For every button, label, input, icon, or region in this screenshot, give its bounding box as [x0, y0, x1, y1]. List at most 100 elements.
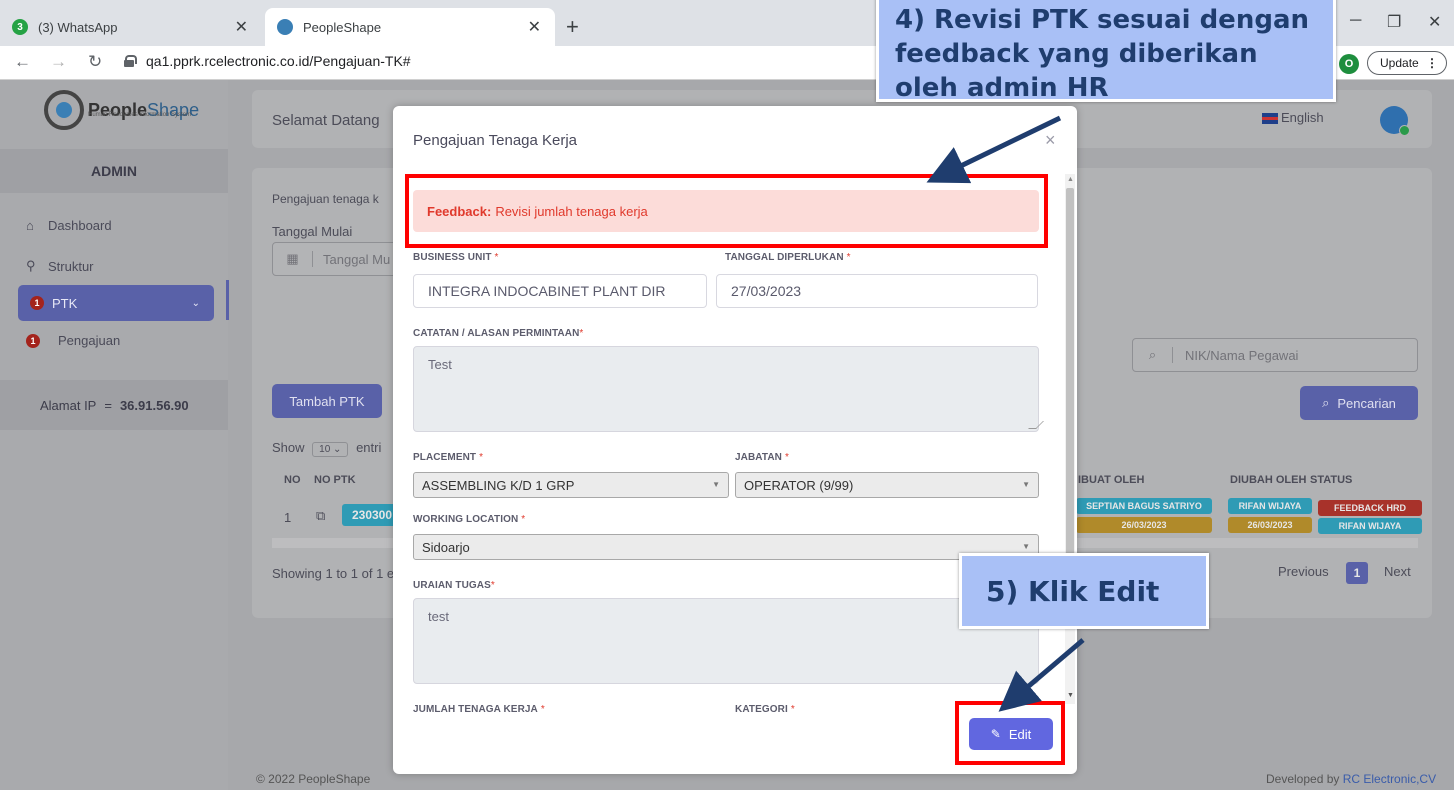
sidebar: PeopleShape Human Resources Information … [0, 80, 228, 790]
forward-icon[interactable]: → [50, 52, 67, 72]
placement-select[interactable]: ASSEMBLING K/D 1 GRP ▼ [413, 472, 729, 498]
scroll-down-icon[interactable]: ▼ [1067, 692, 1074, 699]
search-button[interactable]: ⌕ Pencarian [1300, 386, 1418, 420]
sidebar-item-ptk[interactable]: 1 PTK ⌄ [18, 285, 214, 321]
profile-avatar[interactable]: O [1339, 54, 1359, 74]
menu-kebab-icon: ⋮ [1426, 56, 1438, 70]
jabatan-label: JABATAN * [735, 452, 789, 463]
logo-subtitle: Human Resources Information System [88, 112, 192, 118]
back-icon[interactable]: ← [14, 52, 31, 72]
business-unit-field[interactable]: INTEGRA INDOCABINET PLANT DIR [413, 274, 707, 308]
ip-address-info: Alamat IP = 36.91.56.90 [0, 380, 228, 430]
tab-title: PeopleShape [303, 19, 382, 35]
tanggal-diperlukan-field[interactable]: 27/03/2023 [716, 274, 1038, 308]
add-ptk-button[interactable]: Tambah PTK [272, 384, 382, 418]
notification-badge: 1 [30, 296, 44, 310]
dropdown-caret-icon: ▼ [1022, 542, 1030, 551]
update-label: Update [1380, 56, 1419, 70]
close-tab-icon[interactable]: ✕ [235, 17, 248, 37]
sidebar-item-label: Struktur [48, 258, 94, 274]
status-by-chip: RIFAN WIJAYA [1318, 518, 1422, 534]
start-date-input[interactable]: ▦ Tanggal Mu [272, 242, 412, 276]
ip-separator: = [104, 397, 112, 413]
scroll-up-icon[interactable]: ▲ [1067, 176, 1074, 183]
uraian-tugas-textarea[interactable]: test [413, 598, 1039, 684]
hierarchy-icon: ⚲ [26, 258, 36, 273]
restore-icon[interactable]: ❐ [1387, 12, 1401, 32]
pagination-next[interactable]: Next [1384, 564, 1411, 579]
window-close-icon[interactable]: ✕ [1428, 12, 1441, 32]
language-switch[interactable]: English [1262, 110, 1324, 125]
user-avatar[interactable] [1380, 106, 1410, 136]
modal-title: Pengajuan Tenaga Kerja [413, 132, 578, 149]
jabatan-select[interactable]: OPERATOR (9/99) ▼ [735, 472, 1039, 498]
resize-handle-icon[interactable] [1028, 421, 1044, 429]
updated-by-chip: RIFAN WIJAYA [1228, 498, 1312, 514]
catatan-textarea[interactable]: Test [413, 346, 1044, 432]
start-date-placeholder: Tanggal Mu [323, 251, 391, 267]
entries-label: entri [356, 440, 382, 455]
column-header-no: NO [284, 474, 301, 486]
page-length-select[interactable]: 10 ⌄ [312, 442, 349, 457]
row-number: 1 [284, 510, 292, 525]
search-placeholder: NIK/Nama Pegawai [1185, 347, 1299, 363]
page-subtitle: Pengajuan tenaga k [272, 192, 379, 206]
placement-value: ASSEMBLING K/D 1 GRP [422, 477, 575, 493]
calendar-icon: ▦ [273, 251, 313, 267]
show-label: Show [272, 440, 305, 455]
search-input[interactable]: ⌕ NIK/Nama Pegawai [1132, 338, 1418, 372]
lock-icon [124, 55, 137, 67]
uraian-tugas-value: test [428, 609, 449, 624]
page-length-value: 10 [319, 444, 331, 455]
column-header-no-ptk: NO PTK [314, 474, 356, 486]
scrollbar-thumb[interactable] [1066, 188, 1074, 558]
working-location-select[interactable]: Sidoarjo ▼ [413, 534, 1039, 560]
edit-button-highlight [955, 701, 1065, 765]
app-logo[interactable]: PeopleShape [44, 90, 199, 130]
browser-tab-peopleshape[interactable]: PeopleShape ✕ [265, 8, 555, 46]
pagination-previous[interactable]: Previous [1278, 564, 1329, 579]
address-bar[interactable]: qa1.pprk.rcelectronic.co.id/Pengajuan-TK… [124, 53, 411, 69]
start-date-label: Tanggal Mulai [272, 224, 353, 239]
sidebar-item-struktur[interactable]: ⚲ Struktur [26, 258, 94, 274]
tab-title: (3) WhatsApp [38, 19, 118, 35]
annotation-step-5: 5) Klik Edit [959, 553, 1209, 629]
search-icon: ⌕ [1322, 395, 1330, 410]
sidebar-item-label: PTK [52, 295, 78, 311]
role-label: ADMIN [0, 149, 228, 193]
minimize-icon[interactable]: ─ [1350, 12, 1361, 30]
new-tab-icon[interactable]: + [566, 14, 579, 40]
footer-developer-link[interactable]: RC Electronic,CV [1343, 772, 1436, 786]
business-unit-label: BUSINESS UNIT * [413, 252, 499, 263]
ip-value: 36.91.56.90 [119, 397, 189, 413]
browser-tab-whatsapp[interactable]: 3 (3) WhatsApp ✕ [0, 8, 262, 46]
column-header-status: STATUS [1310, 474, 1353, 486]
add-ptk-label: Tambah PTK [289, 393, 365, 409]
url-text: qa1.pprk.rcelectronic.co.id/Pengajuan-TK… [146, 53, 411, 69]
search-icon: ⌕ [1133, 347, 1173, 363]
update-button[interactable]: Update ⋮ [1367, 51, 1447, 75]
sidebar-item-dashboard[interactable]: ⌂ Dashboard [26, 218, 112, 233]
status-badge: FEEDBACK HRD [1318, 500, 1422, 516]
column-header-diubah: DIUBAH OLEH [1230, 474, 1307, 486]
created-by-chip: SEPTIAN BAGUS SATRIYO [1076, 498, 1212, 514]
copy-icon[interactable]: ⧉ [316, 508, 325, 524]
column-header-dibuat: IBUAT OLEH [1078, 474, 1145, 486]
search-button-label: Pencarian [1337, 395, 1396, 411]
sidebar-item-pengajuan[interactable]: 1 Pengajuan [26, 333, 120, 348]
jabatan-value: OPERATOR (9/99) [744, 477, 854, 493]
pagination-current[interactable]: 1 [1346, 562, 1368, 584]
home-icon: ⌂ [26, 218, 34, 233]
modal-close-icon[interactable]: × [1045, 130, 1056, 151]
ip-label: Alamat IP [40, 397, 97, 413]
close-tab-icon[interactable]: ✕ [528, 17, 541, 37]
jumlah-tenaga-kerja-label: JUMLAH TENAGA KERJA * [413, 704, 545, 712]
chevron-down-icon: ⌄ [191, 297, 200, 309]
kategori-label: KATEGORI * [735, 704, 795, 712]
catatan-value: Test [428, 357, 452, 372]
uraian-tugas-label: URAIAN TUGAS* [413, 580, 495, 591]
created-date-chip: 26/03/2023 [1076, 517, 1212, 533]
reload-icon[interactable]: ↻ [88, 52, 102, 72]
modal-body: Feedback: Revisi jumlah tenaga kerja BUS… [393, 174, 1077, 712]
greeting-text: Selamat Datang [272, 112, 380, 129]
